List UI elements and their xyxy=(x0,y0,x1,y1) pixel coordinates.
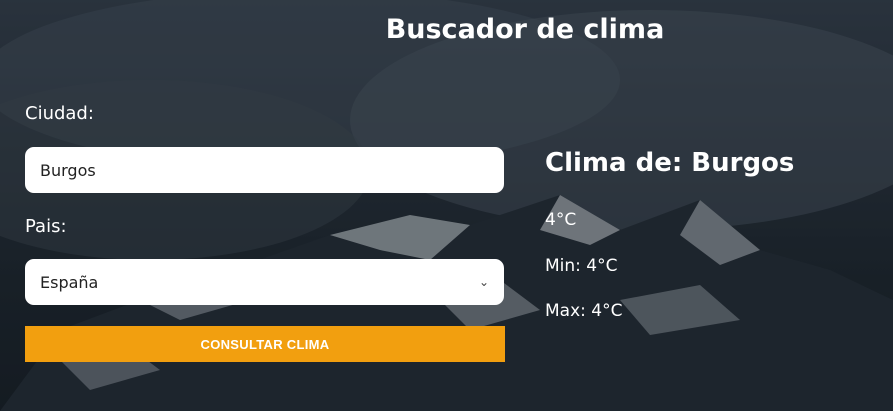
chevron-down-icon: ⌄ xyxy=(478,275,489,289)
city-input[interactable]: Burgos xyxy=(25,147,504,193)
page-title: Buscador de clima xyxy=(385,14,665,45)
country-select-value: España xyxy=(40,272,99,292)
country-select[interactable]: España ⌄ xyxy=(25,259,504,305)
result-max: Max: 4°C xyxy=(545,301,623,321)
submit-button[interactable]: CONSULTAR CLIMA xyxy=(25,326,505,362)
country-label: Pais: xyxy=(25,216,67,237)
city-input-value: Burgos xyxy=(40,160,96,180)
city-label: Ciudad: xyxy=(25,103,94,124)
result-temp: 4°C xyxy=(545,210,577,230)
result-title: Clima de: Burgos xyxy=(545,148,795,178)
result-min: Min: 4°C xyxy=(545,256,618,276)
